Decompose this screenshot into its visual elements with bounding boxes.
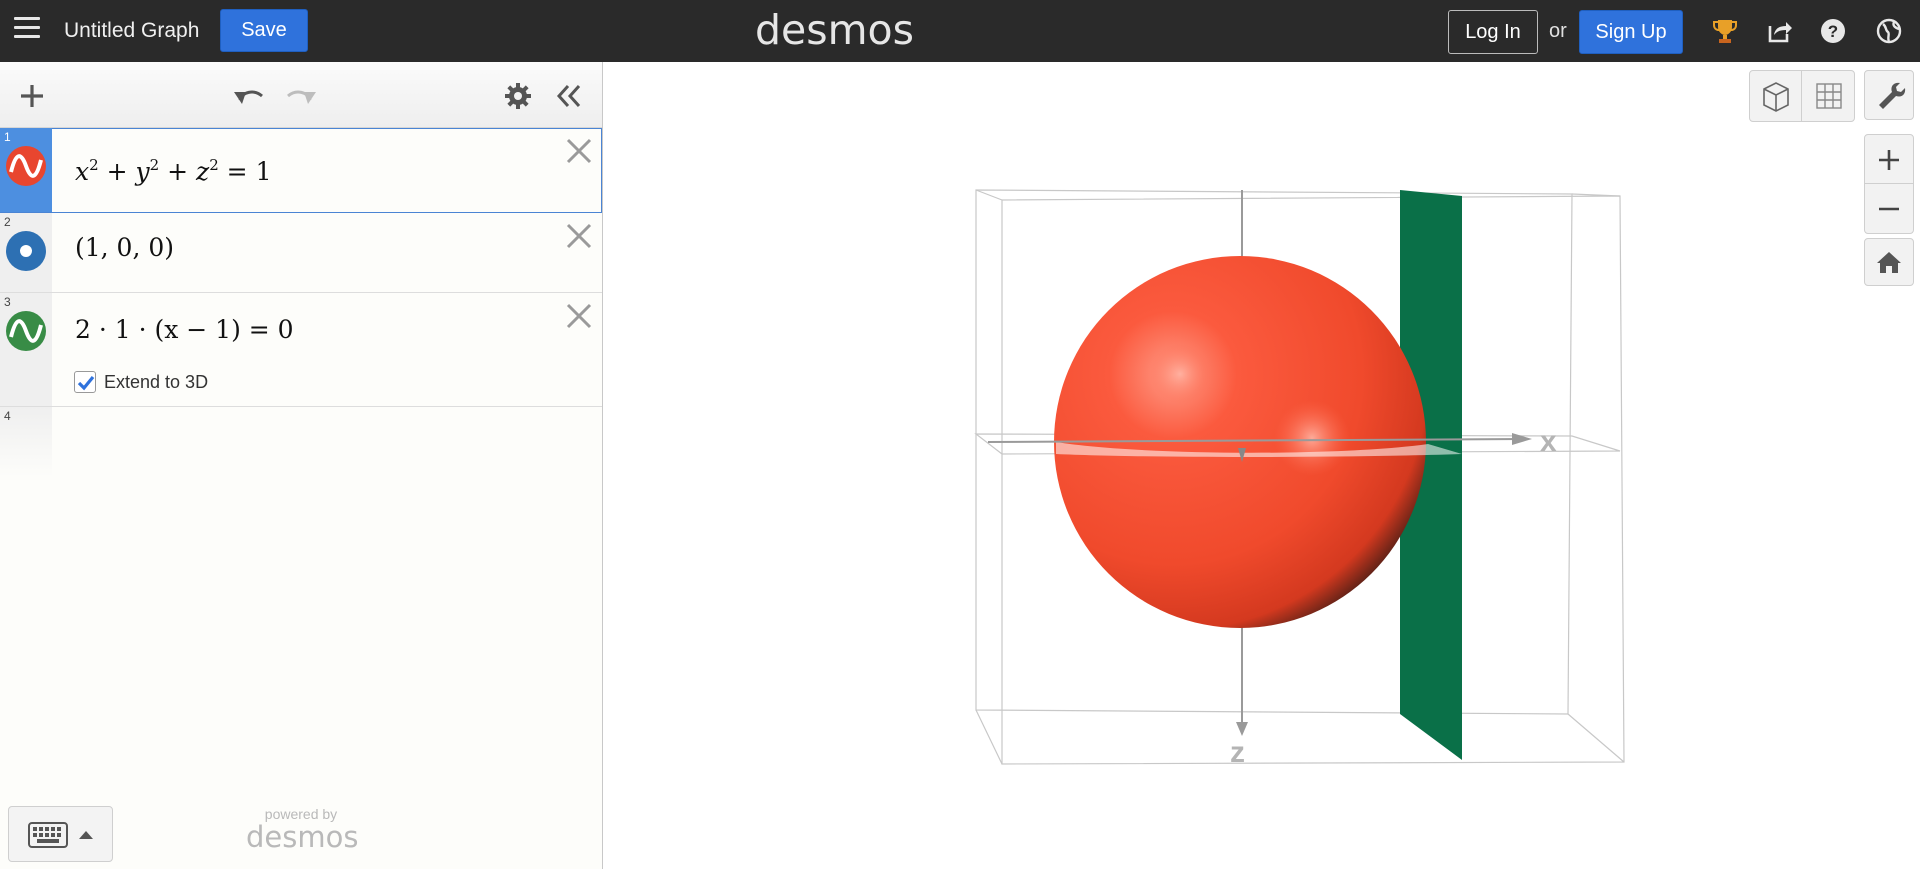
collapse-icon[interactable] <box>556 84 582 113</box>
x-axis-label: x <box>1540 425 1557 458</box>
gear-icon[interactable] <box>504 82 532 115</box>
desmos-app: Untitled Graph Save desmos Log In or Sig… <box>0 0 1920 869</box>
delete-icon[interactable] <box>564 136 594 166</box>
trophy-icon[interactable] <box>1710 16 1740 46</box>
extend-3d-label: Extend to 3D <box>104 372 209 392</box>
expression-index: 4 <box>4 409 11 423</box>
zoom-out-icon[interactable] <box>1865 185 1913 233</box>
expression-row-3[interactable]: 3 2 · 1 · (x − 1) = 0 Extend to 3D <box>0 293 602 407</box>
expression-list: 1 x2 + y2 + z2 = 1 2 (1, 0, 0) 3 2 · 1 ·… <box>0 128 602 477</box>
expression-row-2[interactable]: 2 (1, 0, 0) <box>0 213 602 293</box>
expression-index: 3 <box>4 295 11 309</box>
expression-math[interactable]: (1, 0, 0) <box>75 233 174 262</box>
grid-view-icon[interactable] <box>1803 71 1855 121</box>
expression-row-4[interactable]: 4 <box>0 407 602 477</box>
graph-canvas[interactable]: x z <box>604 62 1920 869</box>
surface-icon[interactable] <box>6 146 46 186</box>
expression-index: 1 <box>4 130 11 144</box>
expression-math[interactable]: x2 + y2 + z2 = 1 <box>75 156 271 186</box>
share-icon[interactable] <box>1764 16 1794 46</box>
powered-by-desmos[interactable]: powered by desmos <box>246 806 359 854</box>
menu-icon[interactable] <box>14 17 40 39</box>
surface-icon[interactable] <box>6 311 46 351</box>
expression-math[interactable]: 2 · 1 · (x − 1) = 0 <box>75 315 294 344</box>
expression-toolbar <box>0 62 602 128</box>
powered-by-logo: desmos <box>246 820 359 854</box>
view-toggle-group <box>1749 70 1855 122</box>
delete-icon[interactable] <box>564 221 594 251</box>
sphere-highlight <box>1150 344 1210 404</box>
desmos-logo: desmos <box>755 6 914 54</box>
expression-panel: 1 x2 + y2 + z2 = 1 2 (1, 0, 0) 3 2 · 1 ·… <box>0 62 603 869</box>
delete-icon[interactable] <box>564 301 594 331</box>
cube-view-icon[interactable] <box>1750 71 1802 121</box>
zoom-in-icon[interactable] <box>1865 135 1913 184</box>
login-button[interactable]: Log In <box>1448 10 1538 54</box>
top-header: Untitled Graph Save desmos Log In or Sig… <box>0 0 1920 62</box>
z-axis-label: z <box>1230 736 1245 769</box>
3d-scene[interactable]: x z <box>604 62 1920 869</box>
save-button[interactable]: Save <box>220 9 308 52</box>
home-icon[interactable] <box>1864 238 1914 286</box>
expression-index: 2 <box>4 215 11 229</box>
redo-icon[interactable] <box>284 82 318 113</box>
or-text: or <box>1549 20 1567 42</box>
point-icon[interactable] <box>6 231 46 271</box>
zoom-controls <box>1864 134 1914 234</box>
keyboard-toggle-button[interactable] <box>8 806 113 862</box>
wrench-icon[interactable] <box>1864 70 1914 120</box>
expression-row-1[interactable]: 1 x2 + y2 + z2 = 1 <box>0 128 602 213</box>
extend-3d-checkbox[interactable] <box>74 371 96 393</box>
undo-icon[interactable] <box>232 82 266 113</box>
add-icon[interactable] <box>18 82 46 115</box>
graph-title[interactable]: Untitled Graph <box>64 19 199 43</box>
sphere-highlight <box>1274 400 1350 476</box>
signup-button[interactable]: Sign Up <box>1579 10 1683 54</box>
svg-text:?: ? <box>1828 22 1838 41</box>
globe-icon[interactable] <box>1874 16 1904 46</box>
help-icon[interactable]: ? <box>1818 16 1848 46</box>
